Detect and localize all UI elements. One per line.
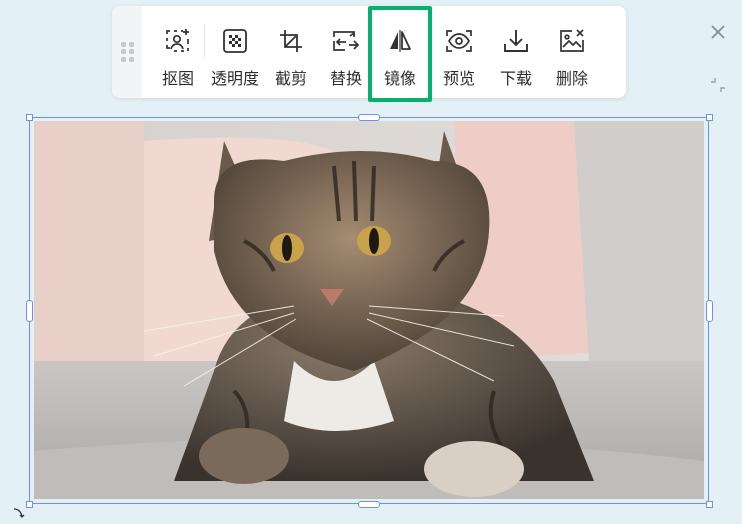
toolbar-divider bbox=[204, 24, 205, 58]
download-label: 下载 bbox=[499, 69, 532, 88]
crop-button[interactable]: 截剪 bbox=[269, 6, 313, 98]
mirror-icon bbox=[385, 26, 415, 56]
image-toolbar: 抠图 透明度 截剪 替换 镜像 预览 下载 删除 bbox=[112, 6, 725, 98]
transparency-button[interactable]: 透明度 bbox=[208, 6, 262, 98]
collapse-icon[interactable] bbox=[710, 77, 726, 93]
cutout-button[interactable]: 抠图 bbox=[156, 6, 200, 98]
resize-handle-left[interactable] bbox=[26, 300, 33, 322]
transparency-icon bbox=[220, 26, 250, 56]
grip-dots-icon bbox=[121, 42, 134, 62]
close-icon[interactable] bbox=[710, 24, 726, 40]
replace-button[interactable]: 替换 bbox=[324, 6, 368, 98]
cutout-icon bbox=[163, 26, 193, 56]
resize-handle-top-right[interactable] bbox=[706, 114, 713, 121]
delete-image-icon bbox=[557, 26, 587, 56]
resize-handle-right[interactable] bbox=[706, 300, 713, 322]
drag-handle[interactable] bbox=[112, 6, 142, 98]
resize-handle-bottom[interactable] bbox=[358, 501, 380, 508]
mirror-button[interactable]: 镜像 bbox=[378, 6, 422, 98]
resize-handle-bottom-left[interactable] bbox=[26, 501, 33, 508]
resize-handle-bottom-right[interactable] bbox=[706, 501, 713, 508]
rotate-handle-icon[interactable] bbox=[12, 505, 26, 519]
resize-handle-top[interactable] bbox=[358, 114, 380, 121]
replace-label: 替换 bbox=[329, 69, 362, 88]
replace-icon bbox=[331, 26, 361, 56]
image-selection-frame bbox=[29, 117, 709, 504]
download-icon bbox=[501, 26, 531, 56]
cutout-label: 抠图 bbox=[161, 69, 194, 88]
delete-label: 删除 bbox=[555, 69, 588, 88]
mirror-label: 镜像 bbox=[383, 69, 416, 88]
crop-label: 截剪 bbox=[274, 69, 307, 88]
preview-label: 预览 bbox=[442, 69, 475, 88]
delete-image-button[interactable]: 删除 bbox=[550, 6, 594, 98]
crop-icon bbox=[276, 26, 306, 56]
transparency-label: 透明度 bbox=[210, 69, 259, 88]
download-button[interactable]: 下载 bbox=[494, 6, 538, 98]
preview-icon bbox=[444, 26, 474, 56]
preview-button[interactable]: 预览 bbox=[437, 6, 481, 98]
resize-handle-top-left[interactable] bbox=[26, 114, 33, 121]
